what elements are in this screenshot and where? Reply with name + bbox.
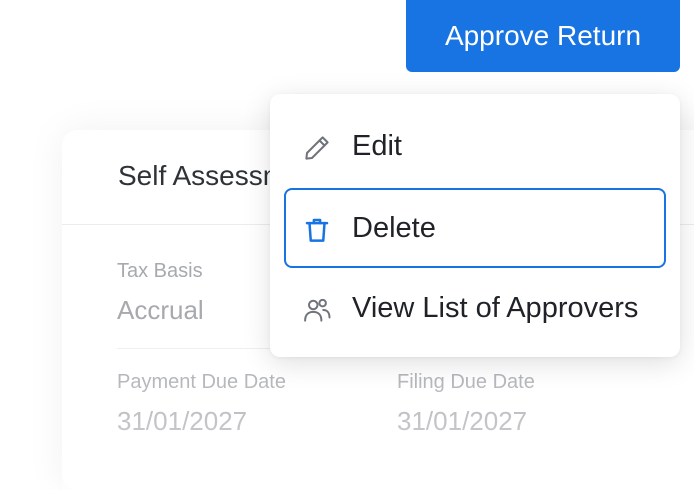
menu-item-delete[interactable]: Delete xyxy=(284,188,666,268)
payment-due-date-label: Payment Due Date xyxy=(117,371,286,393)
menu-item-view-approvers[interactable]: View List of Approvers xyxy=(284,268,666,348)
pencil-icon xyxy=(305,136,329,160)
tax-basis-value: Accrual xyxy=(117,295,204,325)
menu-item-edit-label: Edit xyxy=(352,130,402,162)
menu-item-view-approvers-label: View List of Approvers xyxy=(352,292,639,324)
trash-icon xyxy=(305,218,329,242)
users-icon xyxy=(304,298,331,322)
filing-due-date-label: Filing Due Date xyxy=(397,371,535,393)
actions-dropdown-menu: Edit Delete View List of Approvers xyxy=(270,94,680,357)
menu-item-edit[interactable]: Edit xyxy=(284,106,666,186)
payment-due-date-value: 31/01/2027 xyxy=(117,406,248,436)
menu-item-delete-label: Delete xyxy=(352,212,436,244)
approve-return-button[interactable]: Approve Return xyxy=(406,0,680,72)
filing-due-date-value: 31/01/2027 xyxy=(397,406,528,436)
tax-basis-label: Tax Basis xyxy=(117,260,203,282)
